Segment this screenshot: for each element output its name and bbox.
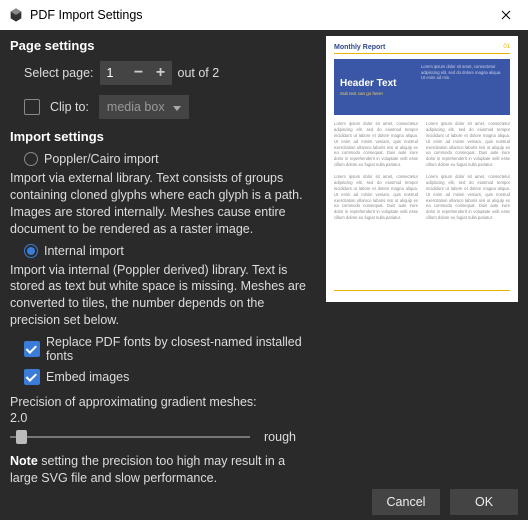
slider-track [10,436,250,438]
clip-to-value: media box [107,100,165,114]
app-icon [8,7,24,23]
embed-images-checkbox[interactable] [24,369,40,385]
chevron-down-icon [173,100,181,114]
precision-note: Note setting the precision too high may … [10,453,316,487]
clip-to-dropdown[interactable]: media box [99,95,189,119]
poppler-import-desc: Import via external library. Text consis… [10,170,316,238]
precision-label: Precision of approximating gradient mesh… [10,395,316,409]
preview-page-number: 01 [503,44,510,51]
replace-fonts-checkbox[interactable] [24,341,40,357]
preview-doc-title: Monthly Report [334,44,385,51]
page-out-of-label: out of 2 [178,66,220,80]
internal-import-desc: Import via internal (Poppler derived) li… [10,262,316,330]
poppler-import-label: Poppler/Cairo import [44,152,159,166]
preview-subheader: Sub text can go here! [340,91,409,96]
select-page-label: Select page: [24,66,94,80]
page-decrement-button[interactable]: − [128,61,150,85]
preview-body: Lorem ipsum dolor sit amet, consectetur … [334,121,510,284]
page-number-input[interactable] [106,66,128,80]
page-settings-heading: Page settings [10,38,316,53]
note-text: setting the precision too high may resul… [10,454,285,485]
window-title: PDF Import Settings [30,8,143,22]
note-bold: Note [10,454,38,468]
page-increment-button[interactable]: + [150,61,172,85]
slider-rough-label: rough [264,430,296,444]
internal-import-radio[interactable] [24,244,38,258]
embed-images-label: Embed images [46,370,129,384]
import-settings-heading: Import settings [10,129,316,144]
preview-bottom-rule [334,290,510,294]
cancel-button[interactable]: Cancel [372,489,440,515]
title-bar: PDF Import Settings [0,0,528,30]
precision-value: 2.0 [10,411,316,425]
internal-import-label: Internal import [44,244,124,258]
slider-thumb[interactable] [16,430,27,444]
clip-to-checkbox[interactable] [24,99,40,115]
clip-to-label: Clip to: [50,100,89,114]
close-icon [501,10,511,20]
page-number-input-wrap: − + [100,61,172,85]
dialog-footer: Cancel OK [0,484,528,520]
preview-hero-text: Lorem ipsum dolor sit amet, consectetur … [415,59,510,115]
precision-slider[interactable] [10,427,250,447]
ok-button[interactable]: OK [450,489,518,515]
preview-header: Header Text [340,78,409,89]
poppler-import-radio[interactable] [24,152,38,166]
replace-fonts-label: Replace PDF fonts by closest-named insta… [46,335,316,363]
close-button[interactable] [484,0,528,30]
page-preview: Monthly Report 01 Header Text Sub text c… [326,36,518,302]
